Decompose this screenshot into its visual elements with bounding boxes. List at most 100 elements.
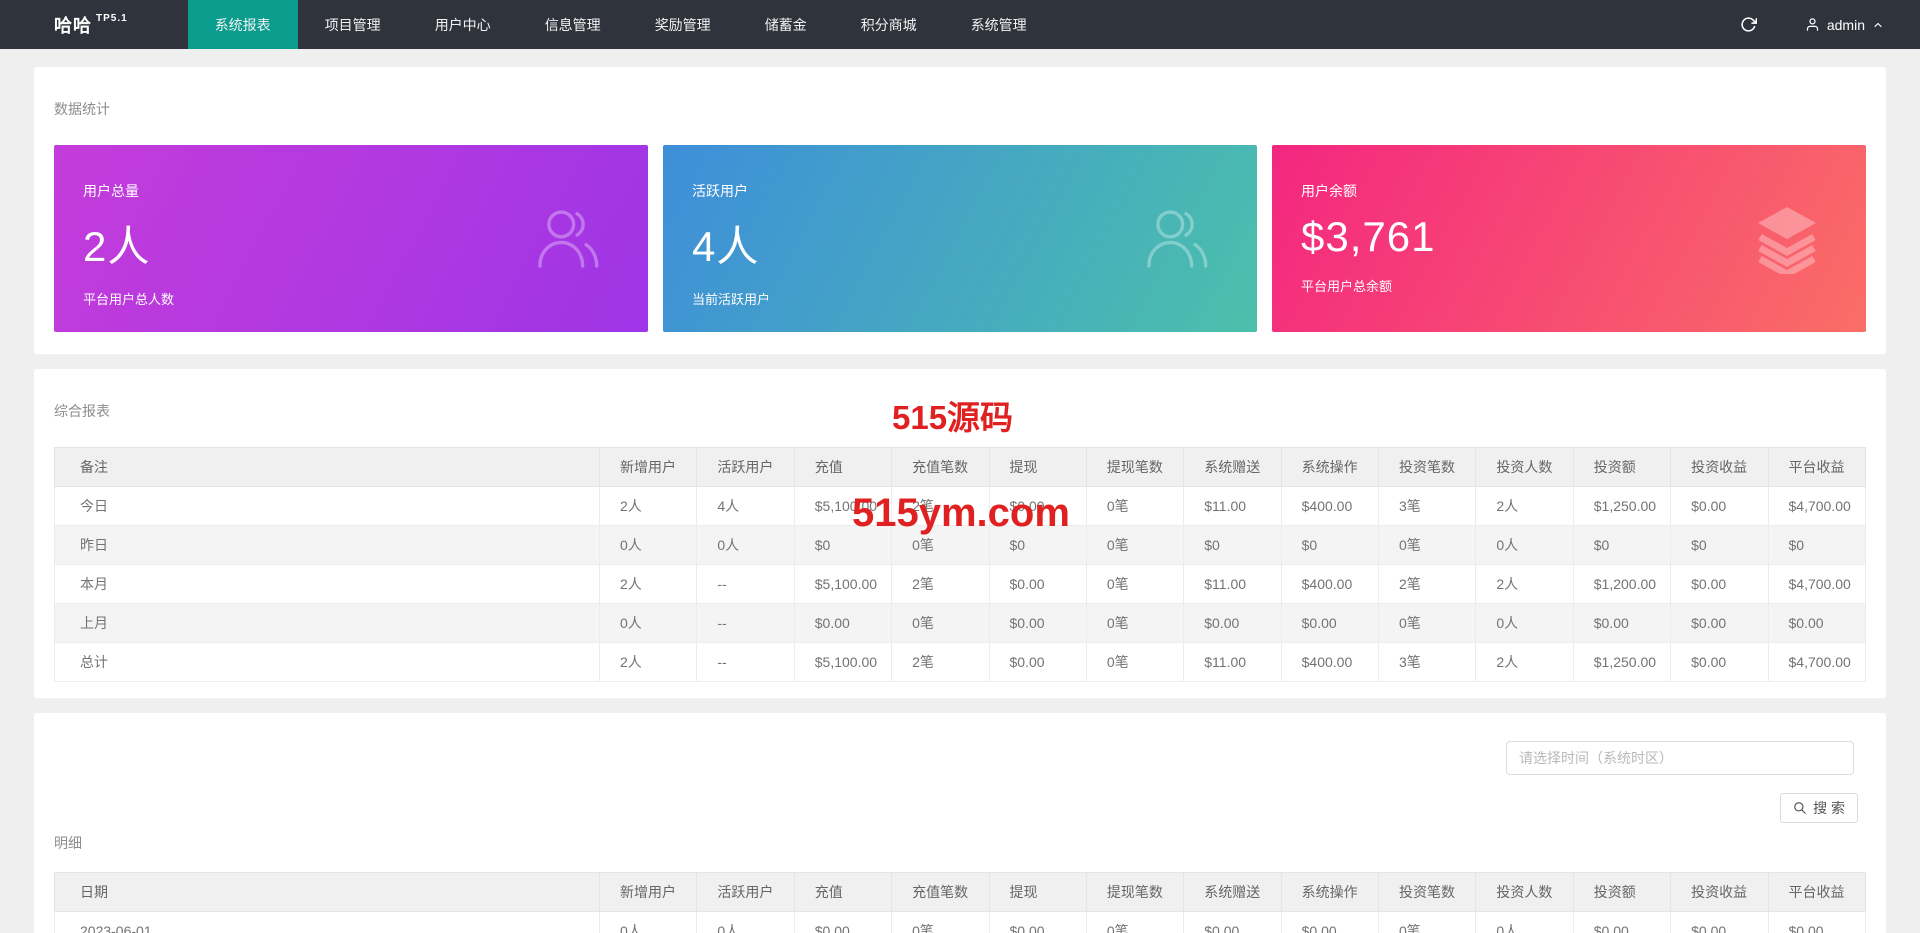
table-cell: $4,700.00 (1767, 642, 1866, 682)
table-cell: $400.00 (1280, 564, 1380, 604)
column-header: 新增用户 (598, 872, 698, 912)
admin-dropdown[interactable]: admin (1805, 17, 1884, 33)
row-label: 上月 (54, 603, 600, 643)
app-logo[interactable]: 哈哈 TP5.1 (0, 0, 188, 49)
table-cell: 2人 (1475, 486, 1574, 526)
user-icon (1806, 18, 1818, 31)
table-cell: $1,200.00 (1572, 564, 1672, 604)
table-cell: 2人 (598, 564, 698, 604)
column-header: 投资额 (1572, 447, 1672, 487)
detail-section-title: 明细 (54, 835, 82, 851)
table-cell: $11.00 (1183, 564, 1282, 604)
table-cell: $400.00 (1280, 486, 1380, 526)
column-header: 系统操作 (1280, 872, 1380, 912)
column-header: 系统操作 (1280, 447, 1380, 487)
column-header: 充值笔数 (891, 872, 990, 912)
table-cell: 2笔 (1377, 564, 1477, 604)
top-navbar: 哈哈 TP5.1 系统报表 项目管理 用户中心 信息管理 奖励管理 储蓄金 积分商城 系统管理… (0, 0, 1920, 49)
table-cell: $0.00 (1670, 564, 1769, 604)
table-cell: $5,100.00 (793, 486, 893, 526)
stat-card-title: 用户总量 (83, 183, 139, 199)
table-cell: -- (696, 564, 795, 604)
table-cell: 0笔 (1085, 911, 1185, 933)
table-cell: $400.00 (1280, 642, 1380, 682)
nav-item-system-reports[interactable]: 系统报表 (187, 0, 298, 49)
nav-item-reward-management[interactable]: 奖励管理 (628, 0, 738, 49)
column-header: 投资收益 (1670, 447, 1769, 487)
column-header: 投资人数 (1475, 447, 1574, 487)
table-cell: $0.00 (1572, 911, 1672, 933)
nav-item-points-mall[interactable]: 积分商城 (834, 0, 944, 49)
table-cell: 0笔 (891, 911, 990, 933)
summary-report-table: 备注 新增用户 活跃用户 充值 充值笔数 提现 提现笔数 系统赠送 系统操作 投资笔数 投资人数 投资… (54, 447, 1866, 682)
table-cell: 0人 (1475, 603, 1574, 643)
table-cell: $0.00 (793, 911, 893, 933)
column-header: 提现 (988, 872, 1087, 912)
chevron-up-icon (1874, 22, 1882, 27)
table-cell: 0笔 (1377, 911, 1477, 933)
table-cell: 2人 (1475, 642, 1574, 682)
column-header: 投资笔数 (1377, 872, 1477, 912)
nav-menu: 系统报表 项目管理 用户中心 信息管理 奖励管理 储蓄金 积分商城 系统管理 (187, 0, 1054, 49)
column-header: 活跃用户 (696, 872, 795, 912)
column-header: 提现笔数 (1085, 447, 1185, 487)
nav-item-savings[interactable]: 储蓄金 (738, 0, 834, 49)
nav-item-project-management[interactable]: 项目管理 (298, 0, 408, 49)
column-header: 提现笔数 (1085, 872, 1185, 912)
table-row: 昨日 0人 0人 $0 0笔 $0 0笔 $0 $0 0笔 0人 $0 $0 $0 (54, 525, 1866, 565)
table-cell: 0笔 (1377, 525, 1477, 565)
column-header: 平台收益 (1767, 447, 1866, 487)
column-header: 活跃用户 (696, 447, 795, 487)
table-cell: $0.00 (1572, 603, 1672, 643)
refresh-button[interactable] (1740, 16, 1757, 33)
table-cell: 0人 (1475, 525, 1574, 565)
table-cell: $11.00 (1183, 642, 1282, 682)
column-header: 平台收益 (1767, 872, 1866, 912)
table-cell: 4人 (696, 486, 795, 526)
table-row: 今日 2人 4人 $5,100.00 2笔 $0.00 0笔 $11.00 $400.00 3笔 2… (54, 486, 1866, 526)
date-range-input[interactable] (1506, 741, 1854, 775)
table-cell: $1,250.00 (1572, 486, 1672, 526)
row-label: 今日 (54, 486, 600, 526)
stat-card-subtitle: 当前活跃用户 (692, 292, 771, 307)
column-header: 投资收益 (1670, 872, 1769, 912)
table-cell: $0.00 (1670, 603, 1769, 643)
table-cell: $0.00 (988, 603, 1087, 643)
table-cell: $0 (1670, 525, 1769, 565)
table-cell: 2人 (598, 486, 698, 526)
table-cell: 2笔 (891, 486, 990, 526)
table-cell: $0.00 (1183, 911, 1282, 933)
table-cell: $0.00 (988, 911, 1087, 933)
summary-report-panel: 515源码 515ym.com 综合报表 备注 新增用户 活跃用户 充值 充值笔数 提现提… (34, 369, 1886, 698)
table-cell: $0.00 (793, 603, 893, 643)
column-header: 备注 (54, 447, 600, 487)
table-cell: 0人 (598, 911, 698, 933)
table-cell: 0人 (598, 603, 698, 643)
column-header: 提现 (988, 447, 1087, 487)
search-button-label: 搜 索 (1813, 800, 1845, 816)
column-header: 系统赠送 (1183, 447, 1282, 487)
search-button[interactable]: 搜 索 (1780, 793, 1858, 823)
table-cell: 2笔 (891, 564, 990, 604)
table-cell: 0笔 (1085, 642, 1185, 682)
row-label: 本月 (54, 564, 600, 604)
nav-item-system-management[interactable]: 系统管理 (944, 0, 1054, 49)
table-cell: 0笔 (891, 525, 990, 565)
table-cell: $0 (793, 525, 893, 565)
users-icon (538, 209, 599, 268)
layers-icon (1758, 206, 1816, 274)
table-cell: $4,700.00 (1767, 486, 1866, 526)
users-icon (1147, 209, 1208, 268)
table-cell: $0.00 (1670, 911, 1769, 933)
row-label: 总计 (54, 642, 600, 682)
search-button-row: 搜 索 (54, 793, 1866, 823)
table-row: 本月 2人 -- $5,100.00 2笔 $0.00 0笔 $11.00 $400.00 2笔 2… (54, 564, 1866, 604)
column-header: 新增用户 (598, 447, 698, 487)
admin-username: admin (1826, 16, 1865, 33)
table-cell: $0.00 (1767, 911, 1866, 933)
table-cell: $0.00 (1280, 603, 1380, 643)
nav-item-user-center[interactable]: 用户中心 (408, 0, 518, 49)
stat-card-active-users: 活跃用户 4人 当前活跃用户 (663, 145, 1257, 332)
nav-item-info-management[interactable]: 信息管理 (518, 0, 628, 49)
column-header: 充值 (793, 872, 893, 912)
